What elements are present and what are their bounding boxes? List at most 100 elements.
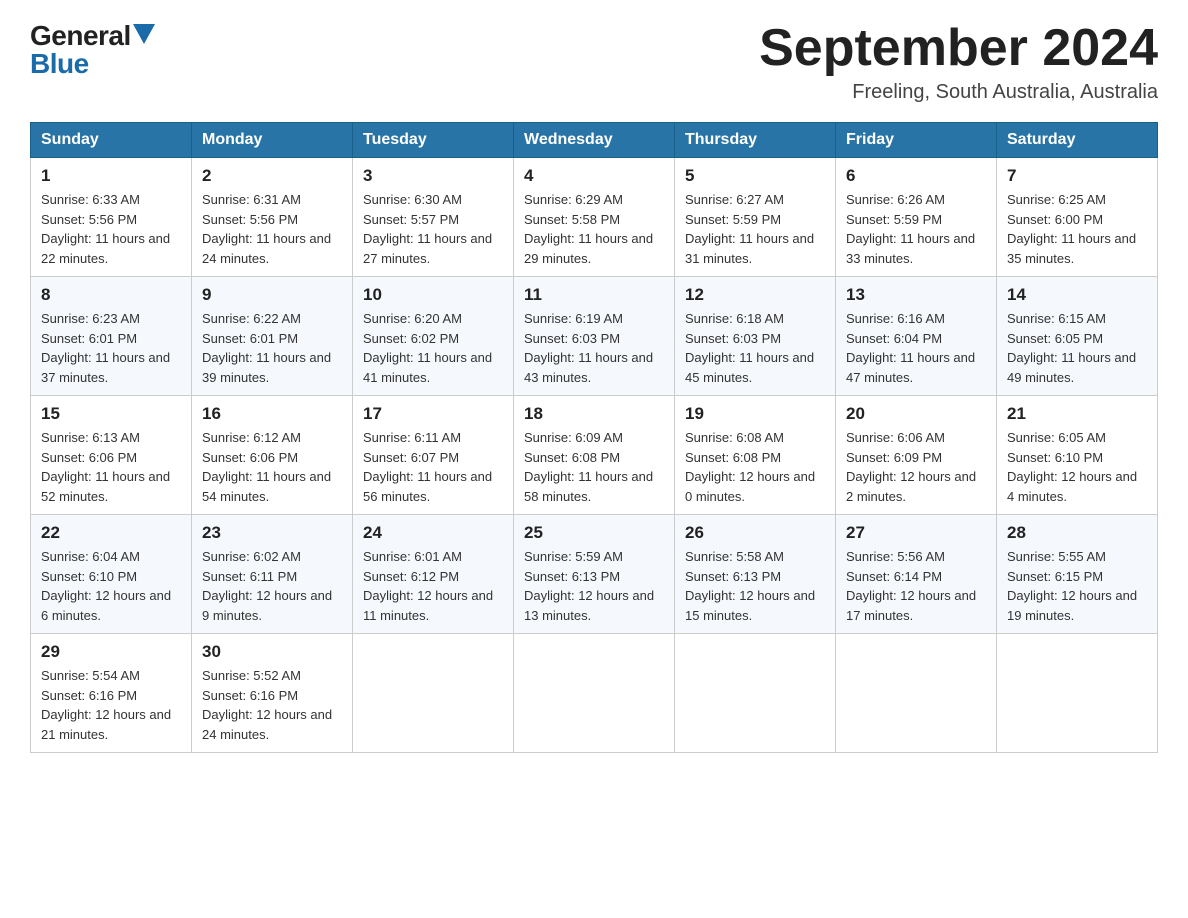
col-tuesday: Tuesday	[353, 123, 514, 158]
calendar-day-cell: 27Sunrise: 5:56 AMSunset: 6:14 PMDayligh…	[836, 515, 997, 634]
calendar-day-cell	[675, 634, 836, 753]
col-friday: Friday	[836, 123, 997, 158]
day-number: 26	[685, 523, 825, 543]
day-number: 28	[1007, 523, 1147, 543]
calendar-day-cell: 13Sunrise: 6:16 AMSunset: 6:04 PMDayligh…	[836, 277, 997, 396]
day-number: 21	[1007, 404, 1147, 424]
col-monday: Monday	[192, 123, 353, 158]
calendar-day-cell	[836, 634, 997, 753]
day-detail: Sunrise: 5:54 AMSunset: 6:16 PMDaylight:…	[41, 666, 181, 744]
calendar-day-cell: 15 Sunrise: 6:13 AMSunset: 6:06 PMDayligh…	[31, 396, 192, 515]
day-number: 11	[524, 285, 664, 305]
calendar-day-cell: 6 Sunrise: 6:26 AMSunset: 5:59 PMDaylight…	[836, 158, 997, 277]
day-detail: Sunrise: 6:13 AMSunset: 6:06 PMDaylight:…	[41, 428, 181, 506]
col-saturday: Saturday	[997, 123, 1158, 158]
calendar-day-cell: 1Sunrise: 6:33 AMSunset: 5:56 PMDaylight…	[31, 158, 192, 277]
day-number: 10	[363, 285, 503, 305]
day-number: 18	[524, 404, 664, 424]
calendar-day-cell: 10 Sunrise: 6:20 AMSunset: 6:02 PMDayligh…	[353, 277, 514, 396]
day-detail: Sunrise: 6:25 AMSunset: 6:00 PMDaylight:…	[1007, 190, 1147, 268]
calendar-header-row: Sunday Monday Tuesday Wednesday Thursday…	[31, 123, 1158, 158]
calendar-day-cell: 23 Sunrise: 6:02 AMSunset: 6:11 PMDayligh…	[192, 515, 353, 634]
day-detail: Sunrise: 6:22 AMSunset: 6:01 PMDaylight:…	[202, 309, 342, 387]
calendar-day-cell: 29 Sunrise: 5:54 AMSunset: 6:16 PMDayligh…	[31, 634, 192, 753]
calendar-week-row: 29 Sunrise: 5:54 AMSunset: 6:16 PMDayligh…	[31, 634, 1158, 753]
day-number: 30	[202, 642, 342, 662]
day-detail: Sunrise: 6:06 AMSunset: 6:09 PMDaylight:…	[846, 428, 986, 506]
day-number: 29	[41, 642, 181, 662]
calendar-day-cell: 2 Sunrise: 6:31 AMSunset: 5:56 PMDaylight…	[192, 158, 353, 277]
day-number: 17	[363, 404, 503, 424]
calendar-day-cell: 12Sunrise: 6:18 AMSunset: 6:03 PMDayligh…	[675, 277, 836, 396]
calendar-day-cell: 14 Sunrise: 6:15 AMSunset: 6:05 PMDayligh…	[997, 277, 1158, 396]
logo: General Blue	[30, 20, 155, 80]
month-title: September 2024	[759, 20, 1158, 77]
day-detail: Sunrise: 6:26 AMSunset: 5:59 PMDaylight:…	[846, 190, 986, 268]
calendar-day-cell: 4Sunrise: 6:29 AMSunset: 5:58 PMDaylight…	[514, 158, 675, 277]
page-header: General Blue September 2024 Freeling, So…	[30, 20, 1158, 104]
day-number: 3	[363, 166, 503, 186]
title-block: September 2024 Freeling, South Australia…	[759, 20, 1158, 104]
calendar-day-cell: 24 Sunrise: 6:01 AMSunset: 6:12 PMDayligh…	[353, 515, 514, 634]
day-detail: Sunrise: 5:52 AMSunset: 6:16 PMDaylight:…	[202, 666, 342, 744]
calendar-day-cell: 20 Sunrise: 6:06 AMSunset: 6:09 PMDayligh…	[836, 396, 997, 515]
day-number: 8	[41, 285, 181, 305]
calendar-day-cell	[997, 634, 1158, 753]
location-subtitle: Freeling, South Australia, Australia	[759, 81, 1158, 104]
day-number: 6	[846, 166, 986, 186]
calendar-day-cell: 26 Sunrise: 5:58 AMSunset: 6:13 PMDayligh…	[675, 515, 836, 634]
calendar-day-cell	[514, 634, 675, 753]
day-number: 24	[363, 523, 503, 543]
calendar-day-cell: 28 Sunrise: 5:55 AMSunset: 6:15 PMDayligh…	[997, 515, 1158, 634]
day-number: 16	[202, 404, 342, 424]
day-number: 20	[846, 404, 986, 424]
day-number: 12	[685, 285, 825, 305]
day-number: 9	[202, 285, 342, 305]
day-number: 22	[41, 523, 181, 543]
day-detail: Sunrise: 6:31 AMSunset: 5:56 PMDaylight:…	[202, 190, 342, 268]
calendar-day-cell: 19Sunrise: 6:08 AMSunset: 6:08 PMDayligh…	[675, 396, 836, 515]
calendar-day-cell: 8 Sunrise: 6:23 AMSunset: 6:01 PMDaylight…	[31, 277, 192, 396]
calendar-day-cell: 7 Sunrise: 6:25 AMSunset: 6:00 PMDaylight…	[997, 158, 1158, 277]
day-detail: Sunrise: 6:09 AMSunset: 6:08 PMDaylight:…	[524, 428, 664, 506]
calendar-day-cell: 18 Sunrise: 6:09 AMSunset: 6:08 PMDayligh…	[514, 396, 675, 515]
day-detail: Sunrise: 6:33 AMSunset: 5:56 PMDaylight:…	[41, 190, 181, 268]
day-detail: Sunrise: 6:01 AMSunset: 6:12 PMDaylight:…	[363, 547, 503, 625]
day-number: 15	[41, 404, 181, 424]
calendar-week-row: 15 Sunrise: 6:13 AMSunset: 6:06 PMDayligh…	[31, 396, 1158, 515]
calendar-day-cell: 22Sunrise: 6:04 AMSunset: 6:10 PMDayligh…	[31, 515, 192, 634]
calendar-week-row: 22Sunrise: 6:04 AMSunset: 6:10 PMDayligh…	[31, 515, 1158, 634]
logo-blue-text: Blue	[30, 48, 89, 80]
day-detail: Sunrise: 6:12 AMSunset: 6:06 PMDaylight:…	[202, 428, 342, 506]
day-detail: Sunrise: 6:19 AMSunset: 6:03 PMDaylight:…	[524, 309, 664, 387]
calendar-day-cell	[353, 634, 514, 753]
day-detail: Sunrise: 5:58 AMSunset: 6:13 PMDaylight:…	[685, 547, 825, 625]
calendar-day-cell: 25Sunrise: 5:59 AMSunset: 6:13 PMDayligh…	[514, 515, 675, 634]
day-detail: Sunrise: 6:27 AMSunset: 5:59 PMDaylight:…	[685, 190, 825, 268]
calendar-day-cell: 21 Sunrise: 6:05 AMSunset: 6:10 PMDayligh…	[997, 396, 1158, 515]
day-detail: Sunrise: 6:30 AMSunset: 5:57 PMDaylight:…	[363, 190, 503, 268]
calendar-body: 1Sunrise: 6:33 AMSunset: 5:56 PMDaylight…	[31, 158, 1158, 753]
day-detail: Sunrise: 6:23 AMSunset: 6:01 PMDaylight:…	[41, 309, 181, 387]
day-number: 23	[202, 523, 342, 543]
day-detail: Sunrise: 6:16 AMSunset: 6:04 PMDaylight:…	[846, 309, 986, 387]
calendar-day-cell: 9 Sunrise: 6:22 AMSunset: 6:01 PMDaylight…	[192, 277, 353, 396]
day-detail: Sunrise: 6:05 AMSunset: 6:10 PMDaylight:…	[1007, 428, 1147, 506]
day-number: 7	[1007, 166, 1147, 186]
day-detail: Sunrise: 6:08 AMSunset: 6:08 PMDaylight:…	[685, 428, 825, 506]
day-number: 4	[524, 166, 664, 186]
day-detail: Sunrise: 6:02 AMSunset: 6:11 PMDaylight:…	[202, 547, 342, 625]
calendar-day-cell: 17 Sunrise: 6:11 AMSunset: 6:07 PMDayligh…	[353, 396, 514, 515]
col-sunday: Sunday	[31, 123, 192, 158]
day-detail: Sunrise: 6:15 AMSunset: 6:05 PMDaylight:…	[1007, 309, 1147, 387]
day-number: 2	[202, 166, 342, 186]
day-detail: Sunrise: 5:55 AMSunset: 6:15 PMDaylight:…	[1007, 547, 1147, 625]
day-detail: Sunrise: 6:20 AMSunset: 6:02 PMDaylight:…	[363, 309, 503, 387]
calendar-table: Sunday Monday Tuesday Wednesday Thursday…	[30, 122, 1158, 753]
day-number: 14	[1007, 285, 1147, 305]
calendar-day-cell: 16 Sunrise: 6:12 AMSunset: 6:06 PMDayligh…	[192, 396, 353, 515]
calendar-day-cell: 11 Sunrise: 6:19 AMSunset: 6:03 PMDayligh…	[514, 277, 675, 396]
calendar-week-row: 1Sunrise: 6:33 AMSunset: 5:56 PMDaylight…	[31, 158, 1158, 277]
day-detail: Sunrise: 5:59 AMSunset: 6:13 PMDaylight:…	[524, 547, 664, 625]
day-detail: Sunrise: 6:11 AMSunset: 6:07 PMDaylight:…	[363, 428, 503, 506]
